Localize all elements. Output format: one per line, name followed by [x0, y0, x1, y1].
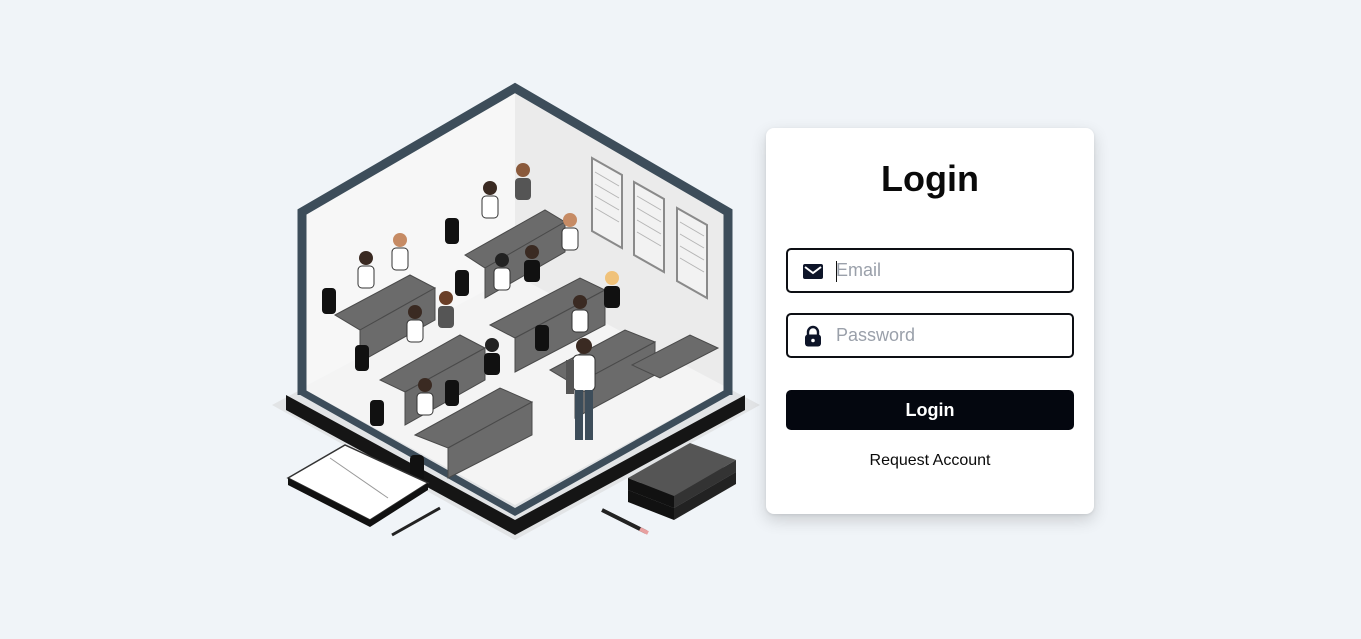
login-title: Login	[881, 158, 979, 199]
envelope-icon	[803, 264, 823, 279]
request-account-link[interactable]: Request Account	[766, 451, 1094, 471]
password-input[interactable]	[836, 315, 1066, 356]
pencil	[391, 506, 441, 537]
login-button[interactable]: Login	[786, 390, 1074, 430]
login-card: Login Login Request Account	[766, 128, 1094, 514]
lock-icon	[805, 325, 821, 347]
password-field[interactable]	[786, 313, 1074, 358]
email-input[interactable]	[836, 250, 1066, 291]
pencil	[601, 508, 647, 534]
login-page: Login Login Request Account	[0, 0, 1361, 639]
classroom-illustration	[272, 82, 760, 540]
email-field[interactable]	[786, 248, 1074, 293]
